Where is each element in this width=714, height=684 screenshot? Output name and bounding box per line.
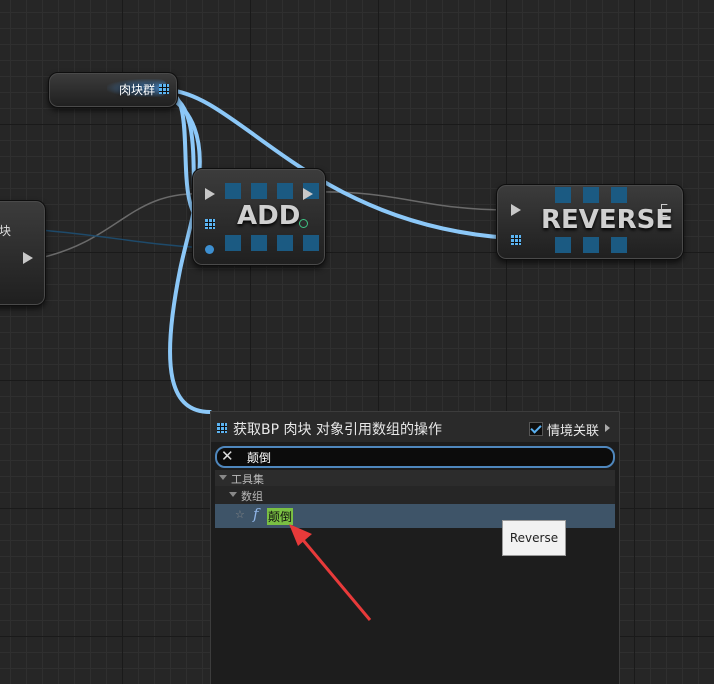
array-grid-icon[interactable] bbox=[159, 84, 169, 94]
search-input[interactable] bbox=[247, 448, 587, 466]
close-icon[interactable]: ✕ bbox=[221, 447, 234, 465]
data-wire-left bbox=[39, 229, 206, 249]
chevron-right-icon[interactable] bbox=[605, 424, 610, 432]
add-int-out-pin-icon[interactable] bbox=[299, 219, 308, 228]
context-sensitive-checkbox[interactable] bbox=[529, 422, 543, 436]
reverse-node[interactable]: REVERSE bbox=[496, 184, 684, 260]
exec-pin-icon[interactable] bbox=[23, 252, 33, 264]
add-exec-out-icon[interactable] bbox=[303, 188, 313, 200]
context-sensitive-label[interactable]: 情境关联 bbox=[547, 420, 599, 439]
add-node[interactable]: ADD bbox=[192, 168, 326, 266]
star-icon[interactable]: ☆ bbox=[235, 508, 245, 521]
category-row-array[interactable]: 数组 bbox=[215, 486, 615, 504]
category-label: 工具集 bbox=[231, 473, 264, 486]
array-grid-icon bbox=[217, 423, 227, 433]
category-row-tools[interactable]: 工具集 bbox=[215, 470, 615, 486]
tooltip: Reverse bbox=[502, 520, 566, 556]
search-box[interactable]: ✕ bbox=[215, 446, 615, 468]
exec-wire-left-to-add bbox=[39, 193, 206, 259]
getter-node-label: 肉块群 bbox=[118, 83, 155, 97]
add-item-pin-icon[interactable] bbox=[205, 245, 214, 254]
getter-node-meat-array[interactable]: 肉块群 bbox=[48, 72, 178, 108]
action-menu-title: 获取BP 肉块 对象引用数组的操作 bbox=[233, 422, 442, 438]
left-partial-node[interactable]: 块 bbox=[0, 200, 46, 306]
action-menu-header: 获取BP 肉块 对象引用数组的操作 情境关联 bbox=[211, 412, 619, 442]
result-item-label: 颠倒 bbox=[267, 508, 294, 525]
add-array-pin-icon[interactable] bbox=[205, 219, 215, 229]
exec-wire-add-to-reverse bbox=[311, 191, 511, 211]
reverse-exec-in-icon[interactable] bbox=[511, 204, 521, 216]
reverse-array-pin-icon[interactable] bbox=[511, 235, 521, 245]
category-label: 数组 bbox=[241, 490, 263, 503]
chevron-down-icon[interactable] bbox=[229, 492, 237, 497]
add-node-title: ADD bbox=[237, 201, 301, 231]
chevron-down-icon[interactable] bbox=[219, 475, 227, 480]
left-node-label: 块 bbox=[0, 224, 12, 238]
function-icon: f bbox=[253, 505, 259, 523]
add-exec-in-icon[interactable] bbox=[205, 188, 215, 200]
reverse-node-title: REVERSE bbox=[541, 205, 674, 235]
